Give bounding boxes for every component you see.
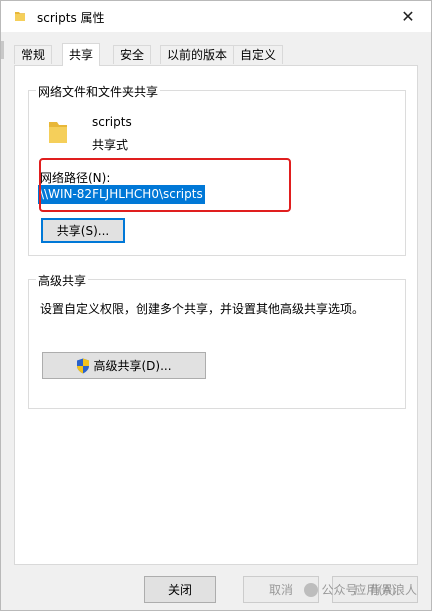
window-title: scripts 属性: [37, 11, 105, 25]
advanced-sharing-description: 设置自定义权限，创建多个共享，并设置其他高级共享选项。: [40, 302, 365, 316]
title-bar: scripts 属性 ✕: [1, 1, 431, 32]
folder-icon: [49, 122, 67, 143]
sharing-panel: 网络文件和文件夹共享 scripts 共享式 网络路径(N): \\WIN-82…: [14, 65, 418, 565]
tab-sharing[interactable]: 共享: [62, 43, 101, 66]
advanced-sharing-group-title: 高级共享: [36, 272, 89, 289]
tab-previous-versions[interactable]: 以前的版本: [160, 45, 235, 64]
advanced-sharing-button[interactable]: 高级共享(D)...: [42, 352, 206, 379]
background-window-edge: [1, 41, 4, 59]
highlight-box: [39, 158, 291, 212]
close-window-button[interactable]: ✕: [385, 1, 431, 32]
tab-general[interactable]: 常规: [14, 45, 53, 64]
wechat-icon: [303, 582, 318, 597]
tab-customize[interactable]: 自定义: [233, 45, 284, 64]
folder-icon: [15, 12, 25, 21]
advanced-sharing-group: 高级共享 设置自定义权限，创建多个共享，并设置其他高级共享选项。 高级共享(D)…: [28, 272, 406, 409]
advanced-sharing-button-label: 高级共享(D)...: [93, 359, 172, 373]
close-icon: ✕: [401, 7, 415, 26]
tab-security[interactable]: 安全: [113, 45, 152, 64]
watermark: 公众号 · 背景浪人: [303, 581, 417, 598]
watermark-text: 公众号 · 背景浪人: [321, 583, 417, 597]
shield-icon: [77, 358, 90, 373]
share-button[interactable]: 共享(S)...: [41, 218, 125, 243]
network-sharing-group-title: 网络文件和文件夹共享: [36, 83, 161, 100]
properties-window: scripts 属性 ✕ 常规 共享 安全 以前的版本 自定义 网络文件和文件夹…: [0, 0, 432, 611]
close-button[interactable]: 关闭: [144, 576, 216, 603]
folder-name: scripts: [92, 115, 132, 129]
share-status: 共享式: [92, 138, 129, 152]
